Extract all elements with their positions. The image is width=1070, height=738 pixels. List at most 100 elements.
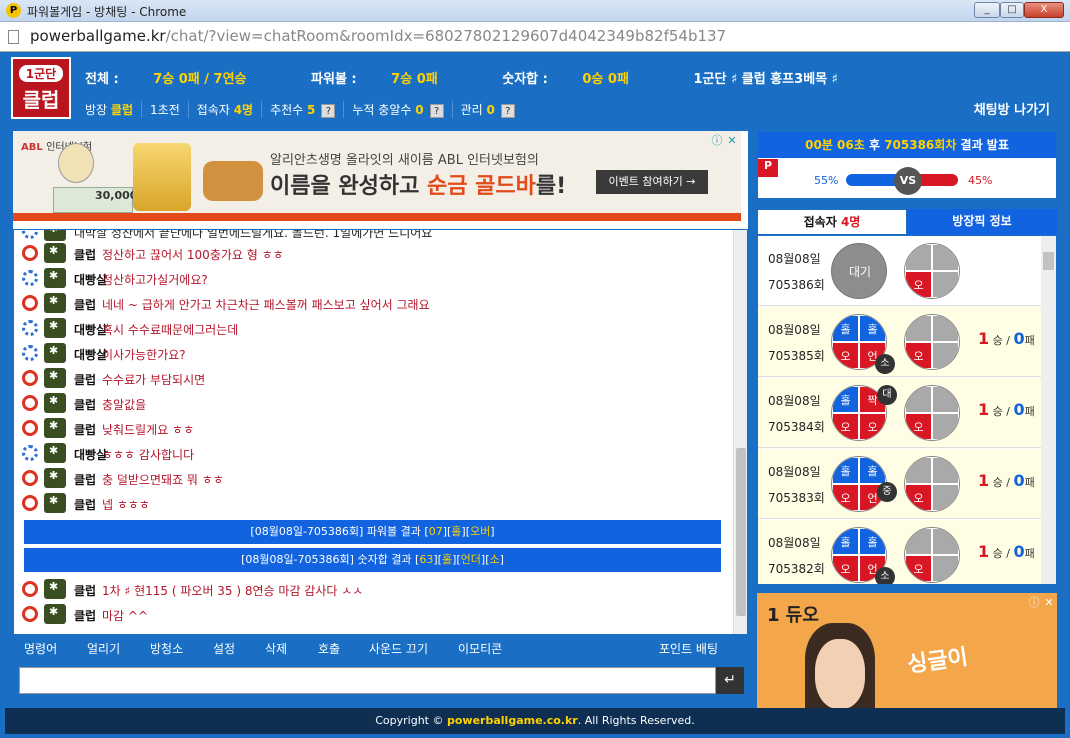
chat-nickname[interactable]: 클럽: [74, 582, 96, 599]
help-icon[interactable]: ?: [429, 104, 444, 118]
chat-text: 충 덜받으면돼죠 뭐 ㅎㅎ: [102, 473, 224, 487]
vs-badge: VS: [894, 167, 922, 195]
chat-scrollbar[interactable]: [733, 230, 747, 634]
pick-list-scrollbar[interactable]: [1041, 236, 1056, 584]
stats-row: 전체 : 7승 0패 / 7연승 파워볼 : 7승 0패 숫자합 : 0승 0패…: [85, 72, 838, 87]
tab-owner-picks[interactable]: 방장픽 정보: [907, 209, 1057, 235]
ad-info-icon[interactable]: ⓘ: [710, 134, 724, 148]
rank-icon: [44, 230, 66, 241]
rank-icon: [44, 468, 66, 488]
size-badge: 소: [875, 567, 895, 584]
menu-freeze[interactable]: 얼리기: [87, 640, 120, 657]
pick-row: 08월08일 705383회 홀 홀 오 언 중 1 승 / 0패 오: [758, 449, 1041, 519]
level-icon: [22, 245, 38, 261]
chat-text: 네네 ~ 급하게 안가고 차근차근 패스볼꺼 패스보고 싶어서 그래요: [102, 298, 430, 312]
result-circle: 오: [904, 385, 960, 441]
chat-nickname[interactable]: 클럽: [74, 396, 96, 413]
chat-text: 1차 ♯ 현115 ( 파오버 35 ) 8연승 마감 감사다 ㅅㅅ: [102, 584, 364, 598]
chat-nickname[interactable]: 클럽: [74, 471, 96, 488]
rank-icon: [44, 243, 66, 263]
side-banner-ad[interactable]: 1 듀오 싱글이 ⓘ ✕: [757, 593, 1057, 709]
ad-close-icon[interactable]: ✕: [725, 134, 739, 148]
menu-sound-off[interactable]: 사운드 끄기: [369, 640, 428, 657]
minimize-button[interactable]: _: [974, 2, 1000, 18]
top-banner-ad[interactable]: ABL 인터넷보험 30,000 알리안츠생명 올라잇의 새이름 ABL 인터넷…: [13, 131, 741, 221]
result-circle: 오: [904, 456, 960, 512]
size-badge: 대: [877, 385, 897, 405]
level-icon: [22, 606, 38, 622]
menu-delete[interactable]: 삭제: [265, 640, 287, 657]
chat-text: 혹시 수수료때문에그러는데: [102, 323, 239, 337]
chat-nickname[interactable]: 클럽: [74, 496, 96, 513]
level-icon: [22, 295, 38, 311]
exit-room-button[interactable]: 채팅방 나가기: [974, 99, 1050, 118]
chat-nickname[interactable]: 클럽: [74, 246, 96, 263]
ad-cta-button[interactable]: 이벤트 참여하기 →: [596, 170, 708, 194]
chat-log[interactable]: 대박살 정산에서 끝단에다 일번에드릴게요. 돌드런. 1일에가면 드디어요 클…: [13, 229, 748, 635]
gold-can-image: [133, 143, 191, 211]
size-badge: 소: [875, 354, 895, 374]
level-icon: [22, 345, 38, 361]
ad-close-icon[interactable]: ✕: [1042, 596, 1056, 610]
chat-panel: ABL 인터넷보험 30,000 알리안츠생명 올라잇의 새이름 ABL 인터넷…: [13, 131, 748, 704]
rank-icon: [44, 393, 66, 413]
rank-icon: [44, 443, 66, 463]
level-icon: [22, 420, 38, 436]
title-bar: P 파워볼게임 - 방채팅 - Chrome _ □ X: [0, 0, 1070, 22]
menu-clear[interactable]: 방청소: [150, 640, 183, 657]
chat-input[interactable]: [19, 667, 716, 694]
menu-call[interactable]: 호출: [318, 640, 340, 657]
result-circle: 오: [904, 527, 960, 583]
menu-settings[interactable]: 설정: [213, 640, 235, 657]
result-notice: [08월08일-705386회] 숫자합 결과 [63][홀][언더][소]: [24, 548, 721, 572]
chat-nickname[interactable]: 클럽: [74, 607, 96, 624]
chat-nickname[interactable]: 클럽: [74, 371, 96, 388]
chat-nickname[interactable]: 클럽: [74, 421, 96, 438]
rank-icon: [44, 493, 66, 513]
address-bar[interactable]: powerballgame.kr/chat/?view=chatRoom&roo…: [0, 22, 1070, 52]
menu-point-bet[interactable]: 포인트 배팅: [659, 640, 718, 657]
pick-row: 08월08일 705384회 홀 짝 오 오 대 1 승 / 0패 오: [758, 378, 1041, 448]
even-bar: [918, 174, 958, 186]
pick-record: 1 승 / 0패: [978, 542, 1035, 561]
menu-commands[interactable]: 명령어: [24, 640, 57, 657]
character-illustration: [58, 143, 94, 183]
rank-icon: [44, 418, 66, 438]
menu-emoticon[interactable]: 이모티콘: [458, 640, 502, 657]
maximize-button[interactable]: □: [1000, 2, 1024, 18]
chat-text: 정산하고 끊어서 100충가요 형 ㅎㅎ: [102, 248, 284, 262]
food-image: [203, 161, 263, 201]
tab-users[interactable]: 접속자 4명: [757, 209, 907, 235]
app-logo-icon: P: [6, 3, 21, 18]
ad-info-icon[interactable]: ⓘ: [1027, 596, 1041, 610]
pick-row: 08월08일 705386회 대기 오: [758, 236, 1041, 306]
help-icon[interactable]: ?: [500, 104, 515, 118]
chat-text: 수수료가 부담되시면: [102, 373, 206, 387]
window-title: 파워볼게임 - 방채팅 - Chrome: [27, 5, 187, 19]
chat-nickname[interactable]: 클럽: [74, 296, 96, 313]
result-notice: [08월08일-705386회] 파워볼 결과 [07][홀][오버]: [24, 520, 721, 544]
result-circle: 오: [904, 243, 960, 299]
pick-record: 1 승 / 0패: [978, 400, 1035, 419]
send-button[interactable]: ↵: [716, 667, 744, 694]
chat-text: 이사가능한가요?: [102, 348, 186, 362]
level-icon: [22, 581, 38, 597]
chat-text: 낮춰드릴게요 ㅎㅎ: [102, 423, 195, 437]
rank-icon: [44, 604, 66, 624]
pick-row: 08월08일 705385회 홀 홀 오 언 소 1 승 / 0패 오: [758, 307, 1041, 377]
url-text[interactable]: powerballgame.kr/chat/?view=chatRoom&roo…: [30, 27, 726, 45]
chat-text: ㅎㅎㅎ 감사합니다: [102, 448, 195, 462]
room-header: 1군단 클럽 전체 : 7승 0패 / 7연승 파워볼 : 7승 0패 숫자합 …: [5, 52, 1065, 124]
level-icon: [22, 270, 38, 286]
odd-bar: [846, 174, 901, 186]
pick-record: 1 승 / 0패: [978, 471, 1035, 490]
chat-text: 정산하고가실거에요?: [102, 273, 208, 287]
footer: Copyright © powerballgame.co.kr. All Rig…: [5, 708, 1065, 734]
close-button[interactable]: X: [1024, 2, 1064, 18]
help-icon[interactable]: ?: [321, 104, 336, 118]
chat-text: 넵 ㅎㅎㅎ: [102, 498, 150, 512]
chat-input-area: ↵: [13, 661, 748, 704]
room-info-row: 방장 클럽 1초전 접속자 4명 추천수 5? 누적 충알수 0? 관리 0?: [85, 101, 523, 118]
pending-circle: 대기: [831, 243, 887, 299]
level-icon: [22, 445, 38, 461]
